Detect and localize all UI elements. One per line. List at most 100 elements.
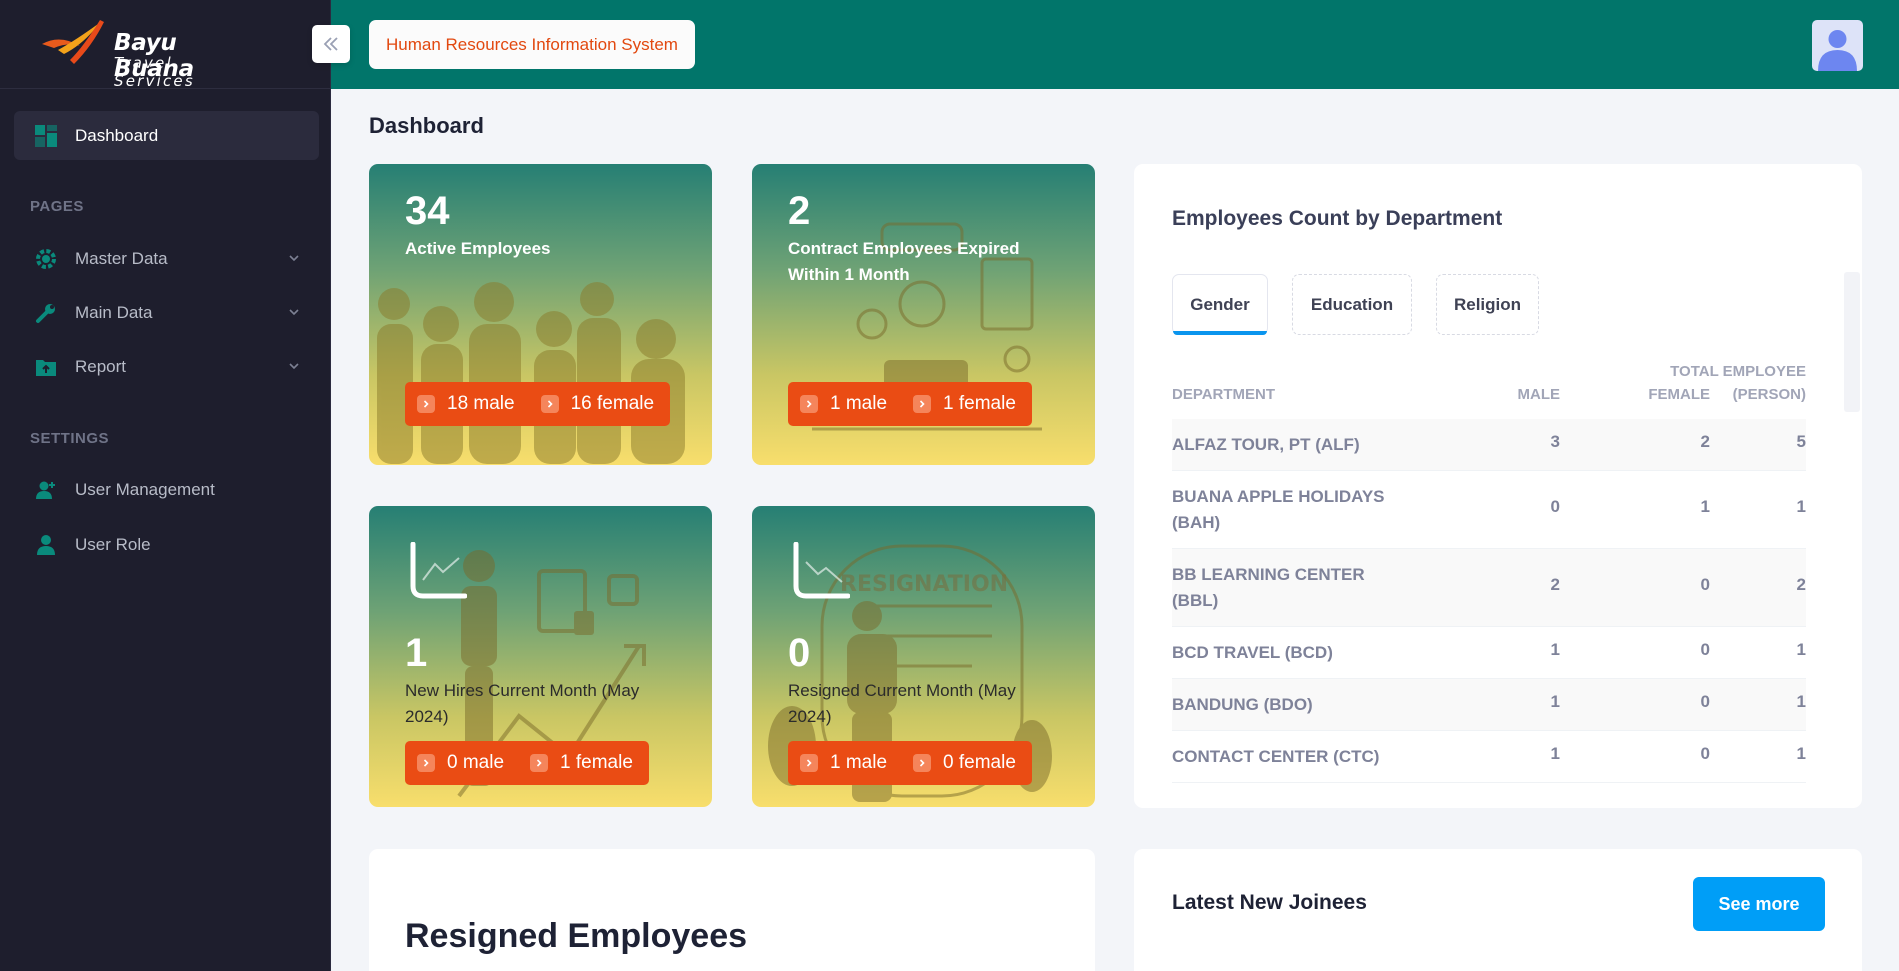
brand: Bayu Buana Travel Services [0,0,330,90]
male-cell: 1 [1550,640,1560,659]
latest-joinees-card: Latest New Joinees See more [1134,849,1862,971]
latest-joinees-title: Latest New Joinees [1172,891,1367,914]
dept-name-cell: BB LEARNING CENTER (BBL) [1172,565,1365,610]
dashboard-icon [34,124,58,148]
company-logo[interactable]: Bayu Buana Travel Services [40,16,250,90]
chevron-right-icon [417,754,435,772]
female-cell: 0 [1700,640,1710,659]
brand-tagline: Travel Services [114,54,195,90]
female-count-text: 1 female [943,393,1016,414]
stat-label: Active Employees [405,239,551,258]
female-cell: 0 [1700,744,1710,763]
tab-gender[interactable]: Gender [1172,274,1268,335]
stat-value: 2 [788,189,811,233]
column-header-total-2: (PERSON) [1732,386,1806,403]
sidebar-collapse-button[interactable] [312,25,350,63]
stat-label: Resigned Current Month (May 2024) [788,681,1016,726]
column-header-total-1: TOTAL EMPLOYEE [1670,363,1806,380]
sidebar-item-label: User Management [75,480,215,499]
sidebar-item-label: User Role [75,535,151,554]
sidebar-item-label: Master Data [75,249,168,268]
sidebar-item-report[interactable]: Report [14,345,319,389]
table-row: ALFAZ TOUR, PT (ALF) 3 2 5 [1172,419,1806,471]
sidebar-item-user-management[interactable]: User Management [14,468,319,512]
stat-label: Contract Employees Expired Within 1 Mont… [788,239,1020,284]
contract-expiry-card[interactable]: 2 Contract Employees Expired Within 1 Mo… [752,164,1095,465]
tab-religion[interactable]: Religion [1436,274,1539,335]
female-count-text: 16 female [570,393,655,414]
gender-breakdown-pill[interactable]: 18 male 16 female [405,382,671,426]
resigned-card[interactable]: RESIGNATION 0 Resigned Current Month (Ma… [752,506,1095,807]
table-row: BB LEARNING CENTER (BBL) 2 0 2 [1172,549,1806,627]
male-cell: 1 [1550,744,1560,763]
sidebar-item-main-data[interactable]: Main Data [14,291,319,335]
user-add-icon [34,478,58,502]
dept-name-cell: CONTACT CENTER (CTC) [1172,747,1380,766]
total-cell: 1 [1796,744,1806,763]
app-title[interactable]: Human Resources Information System [369,20,695,69]
resigned-employees-card: Resigned Employees [369,849,1095,971]
gear-icon [34,247,58,271]
male-count-text: 1 male [830,393,888,414]
sidebar-item-master-data[interactable]: Master Data [14,237,319,281]
total-cell: 1 [1796,692,1806,711]
chevron-right-icon [800,754,818,772]
pages-section-title: PAGES [30,198,84,215]
sidebar: Bayu Buana Travel Services Dashboard PAG… [0,0,331,971]
gender-breakdown-pill[interactable]: 1 male 1 female [788,382,1032,426]
double-chevron-left-icon [323,37,338,51]
female-count: 1 female [530,752,633,774]
chevron-down-icon [289,255,299,262]
male-cell: 3 [1550,432,1560,451]
bird-logo-icon [42,20,104,64]
wrench-icon [34,301,58,325]
dept-name-cell: BANDUNG (BDO) [1172,695,1313,714]
chevron-right-icon [417,395,435,413]
male-count: 18 male [417,393,515,415]
chevron-right-icon [540,395,559,413]
see-more-button[interactable]: See more [1693,877,1825,931]
active-employees-card[interactable]: 34 Active Employees 18 male 16 female [369,164,712,465]
line-chart-icon [410,542,467,599]
female-count-text: 1 female [560,752,633,773]
sidebar-item-label: Dashboard [75,125,159,145]
user-avatar[interactable] [1812,20,1863,71]
sidebar-item-label: Report [75,357,127,376]
male-cell: 2 [1550,575,1560,594]
female-cell: 0 [1700,575,1710,594]
gender-breakdown-pill[interactable]: 0 male 1 female [405,741,649,785]
male-cell: 1 [1550,692,1560,711]
total-cell: 1 [1796,640,1806,659]
folder-upload-icon [34,355,58,379]
total-cell: 2 [1796,575,1806,594]
table-row: CONTACT CENTER (CTC) 1 0 1 [1172,731,1806,783]
page-title: Dashboard [369,113,484,138]
stat-value: 34 [405,189,450,233]
sidebar-item-user-role[interactable]: User Role [14,523,319,567]
total-cell: 5 [1796,432,1806,451]
sidebar-item-dashboard[interactable]: Dashboard [14,111,319,160]
line-chart-down-icon [793,542,850,599]
chevron-down-icon [289,309,299,316]
avatar-icon [1818,30,1857,71]
resigned-employees-title: Resigned Employees [405,917,748,955]
department-count-card: Employees Count by Department Gender Edu… [1134,164,1862,808]
gender-breakdown-pill[interactable]: 1 male 0 female [788,741,1032,785]
stat-label: New Hires Current Month (May 2024) [405,681,640,726]
tab-education[interactable]: Education [1292,274,1412,335]
table-scrollbar[interactable] [1844,272,1860,412]
male-count-text: 1 male [830,752,888,773]
male-count-text: 0 male [447,752,505,773]
female-count: 1 female [913,393,1016,415]
user-icon [34,533,58,557]
chevron-right-icon [800,395,818,413]
department-card-title: Employees Count by Department [1172,207,1503,230]
sidebar-item-label: Main Data [75,303,153,322]
new-hires-card[interactable]: 1 New Hires Current Month (May 2024) 0 m… [369,506,712,807]
female-cell: 0 [1700,692,1710,711]
female-count: 0 female [913,752,1016,774]
male-cell: 0 [1550,497,1560,516]
chevron-down-icon [289,363,299,370]
dept-name-cell: BCD TRAVEL (BCD) [1172,643,1333,662]
column-header-male: MALE [1517,386,1561,403]
